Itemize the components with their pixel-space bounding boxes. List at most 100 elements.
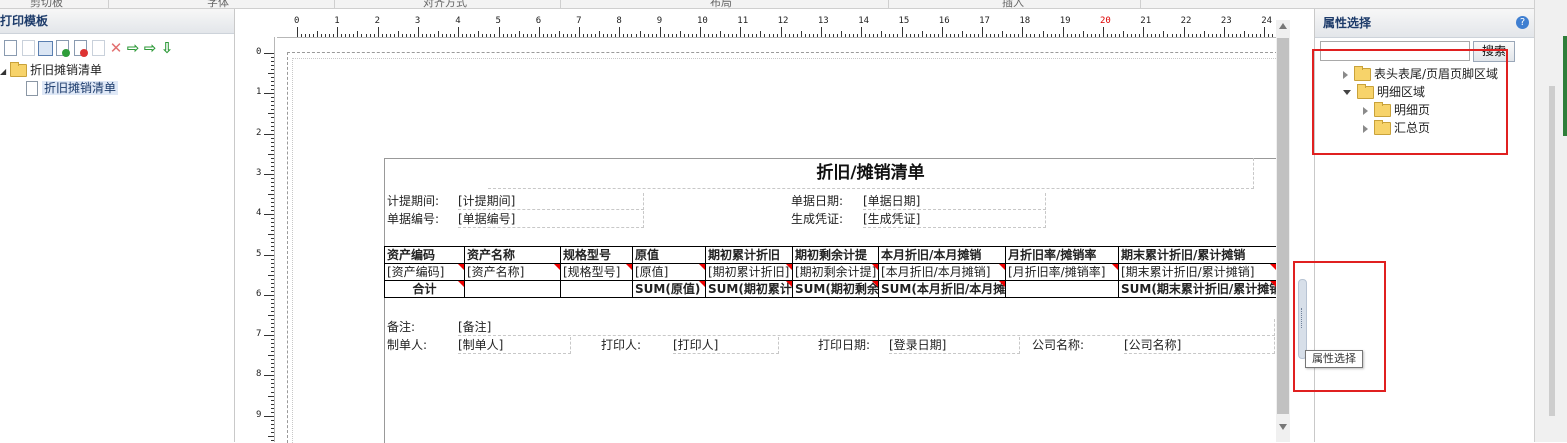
ruler-tick: [264, 254, 274, 256]
ruler-tick: [271, 177, 274, 179]
voucher-field[interactable]: [生成凭证]: [863, 211, 1046, 228]
scroll-thumb[interactable]: [1277, 38, 1289, 414]
ruler-tick: [808, 34, 810, 37]
table-cell[interactable]: [资产名称]: [464, 263, 561, 281]
print-date-field[interactable]: [登录日期]: [889, 337, 1020, 354]
company-label[interactable]: 公司名称:: [1032, 337, 1112, 353]
ruler-tick: [1022, 27, 1024, 37]
help-icon[interactable]: ?: [1516, 16, 1529, 29]
ruler-tick: [530, 34, 532, 37]
table-cell[interactable]: [期初累计折旧]: [705, 263, 793, 281]
table-header[interactable]: 期初剩余计提: [792, 246, 879, 264]
table-header[interactable]: 期初累计折旧: [705, 246, 793, 264]
table-header[interactable]: 本月折旧/本月摊销: [878, 246, 1006, 264]
date-label[interactable]: 单据日期:: [791, 193, 861, 209]
tree-folder-depreciation[interactable]: ◢ 折旧摊销清单: [0, 61, 118, 79]
ruler-tick: [631, 34, 633, 37]
scroll-up-icon[interactable]: [1279, 23, 1287, 29]
table-cell[interactable]: [期末累计折旧/累计摊销]: [1118, 263, 1277, 281]
remark-label[interactable]: 备注:: [387, 319, 457, 335]
remove-icon[interactable]: [74, 40, 88, 57]
number-label[interactable]: 单据编号:: [387, 211, 457, 227]
table-cell[interactable]: [规格型号]: [560, 263, 633, 281]
scroll-thumb[interactable]: [1549, 86, 1555, 416]
maker-field[interactable]: [制单人]: [458, 337, 571, 354]
separator: [560, 0, 561, 8]
ruler-tick: [321, 34, 323, 37]
table-header[interactable]: 期末累计折旧/累计摊销: [1118, 246, 1277, 264]
approve-icon[interactable]: [56, 40, 70, 57]
ruler-tick: [961, 31, 963, 37]
ruler-tick: [724, 34, 726, 37]
tree-item-depreciation[interactable]: 折旧摊销清单: [0, 79, 119, 97]
table-header[interactable]: 资产编码: [384, 246, 465, 264]
ruler-tick: [381, 34, 383, 37]
ribbon-layout[interactable]: 布局: [710, 0, 732, 8]
ruler-tick: [998, 34, 1000, 37]
ruler-tick: [736, 34, 738, 37]
table-header[interactable]: 资产名称: [464, 246, 561, 264]
ruler-tick: [333, 34, 335, 37]
total-label[interactable]: 合计: [384, 280, 465, 298]
window-scrollbar[interactable]: [1534, 0, 1567, 442]
ruler-tick: [271, 278, 274, 280]
total-cell[interactable]: SUM(原值): [632, 280, 706, 298]
ruler-tick: [970, 34, 971, 37]
export-icon[interactable]: ⇨: [142, 40, 158, 56]
canvas-scrollbar[interactable]: [1276, 20, 1290, 442]
ruler-tick: [271, 310, 274, 312]
print-date-label[interactable]: 打印日期:: [818, 337, 888, 353]
ruler-tick: [691, 34, 693, 37]
ruler-tick: [925, 34, 927, 37]
maker-label[interactable]: 制单人:: [387, 337, 457, 353]
table-cell[interactable]: [期初剩余计提]: [792, 263, 879, 281]
table-cell[interactable]: [1005, 280, 1119, 298]
total-cell[interactable]: SUM(本月折旧/本月摊销): [878, 280, 1006, 298]
edit-icon[interactable]: [92, 40, 105, 56]
ribbon-clipboard[interactable]: 剪切板: [30, 0, 63, 8]
ruler-tick: [510, 34, 512, 37]
report-title[interactable]: 折旧/摊销清单: [488, 158, 1254, 189]
period-label[interactable]: 计提期间:: [387, 193, 457, 209]
delete-icon[interactable]: ✕: [108, 40, 124, 56]
download-icon[interactable]: ⇩: [159, 40, 175, 56]
table-header[interactable]: 原值: [632, 246, 706, 264]
ribbon-insert[interactable]: 插入: [1002, 0, 1024, 8]
table-cell[interactable]: [原值]: [632, 263, 706, 281]
printer-label[interactable]: 打印人:: [601, 337, 669, 353]
copy-icon[interactable]: [22, 40, 35, 56]
remark-field[interactable]: [备注]: [458, 319, 1275, 336]
ruler-tick: [271, 137, 274, 139]
new-icon[interactable]: [4, 40, 17, 56]
ruler-tick: [768, 34, 770, 37]
period-field[interactable]: [计提期间]: [458, 193, 644, 210]
total-cell[interactable]: SUM(期初累计折旧): [705, 280, 793, 298]
table-cell[interactable]: [月折旧率/摊销率]: [1005, 263, 1119, 281]
number-field[interactable]: [单据编号]: [458, 211, 644, 228]
table-cell[interactable]: [资产编码]: [384, 263, 465, 281]
total-cell[interactable]: SUM(期初剩余计提): [792, 280, 879, 298]
table-header[interactable]: 月折旧率/摊销率: [1005, 246, 1119, 264]
import-icon[interactable]: ⇨: [125, 40, 141, 56]
ruler-tick: [1111, 34, 1113, 37]
ruler-number: 11: [737, 16, 749, 26]
ruler-number: 16: [938, 16, 950, 26]
company-field[interactable]: [公司名称]: [1124, 337, 1275, 354]
voucher-label[interactable]: 生成凭证:: [791, 211, 861, 227]
ribbon-align[interactable]: 对齐方式: [423, 0, 467, 8]
ruler-tick: [1026, 34, 1028, 37]
ruler-tick: [603, 34, 605, 37]
design-icon[interactable]: [38, 40, 53, 56]
date-field[interactable]: [单据日期]: [863, 193, 1046, 210]
table-header[interactable]: 规格型号: [560, 246, 633, 264]
total-cell[interactable]: SUM(期末累计折旧/累计摊销): [1118, 280, 1277, 298]
ruler-tick: [271, 77, 274, 79]
template-toolbar: ✕ ⇨ ⇨ ⇩: [0, 37, 234, 59]
ruler-number: 1: [334, 16, 340, 26]
table-cell[interactable]: [464, 280, 561, 298]
table-cell[interactable]: [560, 280, 633, 298]
table-cell[interactable]: [本月折旧/本月摊销]: [878, 263, 1006, 281]
printer-field[interactable]: [打印人]: [673, 337, 779, 354]
scroll-down-icon[interactable]: [1279, 424, 1287, 430]
ribbon-font[interactable]: 字体: [207, 0, 229, 8]
